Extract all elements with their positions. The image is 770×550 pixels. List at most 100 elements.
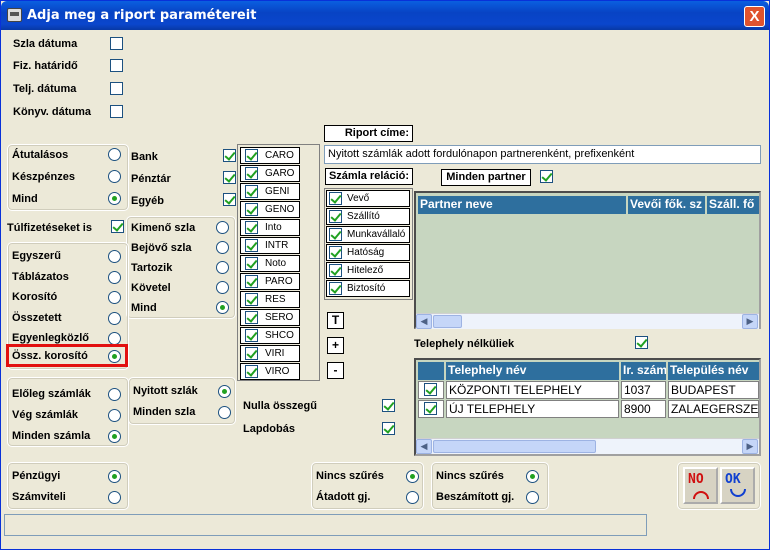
open-filter-radio[interactable] — [218, 385, 231, 398]
overpaid-checkbox[interactable] — [111, 220, 124, 233]
scroll-left-icon[interactable]: ◀ — [416, 439, 432, 454]
prefix-item[interactable]: SERO — [240, 309, 300, 326]
prefix-checkbox[interactable] — [245, 257, 258, 270]
site-city-cell[interactable]: BUDAPEST — [668, 381, 759, 399]
prefix-checkbox[interactable] — [245, 185, 258, 198]
scroll-right-icon[interactable]: ▶ — [742, 439, 758, 454]
prefix-checkbox[interactable] — [245, 167, 258, 180]
direction-radio[interactable] — [216, 221, 229, 234]
zip-header[interactable]: Ir. szám — [621, 362, 666, 380]
all-partners-checkbox[interactable] — [540, 170, 553, 183]
type-checkbox[interactable] — [223, 193, 236, 206]
select-all-button[interactable]: T — [327, 312, 344, 329]
prefix-checkbox[interactable] — [245, 329, 258, 342]
prefix-item[interactable]: VIRO — [240, 363, 300, 380]
layout-radio[interactable] — [108, 291, 121, 304]
date-checkbox[interactable] — [110, 82, 123, 95]
prefix-checkbox[interactable] — [245, 221, 258, 234]
prefix-item[interactable]: Into — [240, 219, 300, 236]
prefix-item[interactable]: GARO — [240, 165, 300, 182]
prefix-checkbox[interactable] — [245, 347, 258, 360]
page-break-checkbox[interactable] — [382, 422, 395, 435]
title-bar[interactable]: Adja meg a riport paramétereit X — [1, 1, 769, 30]
site-zip-cell[interactable]: 8900 — [621, 400, 666, 418]
relation-checkbox[interactable] — [329, 282, 342, 295]
prefix-checkbox[interactable] — [245, 149, 258, 162]
remove-button[interactable]: - — [327, 362, 344, 379]
invoice-kind-radio[interactable] — [108, 409, 121, 422]
layout-radio[interactable] — [108, 271, 121, 284]
direction-radio[interactable] — [216, 281, 229, 294]
relation-item[interactable]: Vevő — [326, 190, 410, 207]
site-check-cell[interactable] — [418, 400, 444, 418]
relation-checkbox[interactable] — [329, 210, 342, 223]
prefix-item[interactable]: GENI — [240, 183, 300, 200]
ledger-radio[interactable] — [108, 470, 121, 483]
date-checkbox[interactable] — [110, 59, 123, 72]
prefix-checkbox[interactable] — [245, 311, 258, 324]
date-checkbox[interactable] — [110, 105, 123, 118]
no-site-checkbox[interactable] — [635, 336, 648, 349]
customer-account-header[interactable]: Vevői fők. sz — [628, 196, 705, 214]
layout-radio[interactable] — [108, 312, 121, 325]
site-hscrollbar[interactable]: ◀ ▶ — [416, 438, 759, 454]
prefix-checkbox[interactable] — [245, 293, 258, 306]
scroll-left-icon[interactable]: ◀ — [416, 314, 432, 329]
site-check-cell[interactable] — [418, 381, 444, 399]
partner-hscrollbar[interactable]: ◀ ▶ — [416, 313, 759, 329]
relation-checkbox[interactable] — [329, 264, 342, 277]
direction-radio[interactable] — [216, 261, 229, 274]
zero-amount-checkbox[interactable] — [382, 399, 395, 412]
relation-item[interactable]: Szállító — [326, 208, 410, 225]
relation-checkbox[interactable] — [329, 246, 342, 259]
ok-button[interactable]: OK — [720, 467, 755, 504]
relation-checkbox[interactable] — [329, 192, 342, 205]
prefix-item[interactable]: INTR — [240, 237, 300, 254]
layout-radio[interactable] — [108, 350, 121, 363]
ledger-radio[interactable] — [108, 491, 121, 504]
offset-filter-radio[interactable] — [526, 491, 539, 504]
partner-grid[interactable]: Partner neve Vevői fők. sz Száll. fő ◀ ▶ — [414, 191, 761, 329]
prefix-item[interactable]: RES — [240, 291, 300, 308]
relation-item[interactable]: Munkavállaló — [326, 226, 410, 243]
no-button[interactable]: NO — [683, 467, 718, 504]
transfer-filter-radio[interactable] — [406, 470, 419, 483]
prefix-item[interactable]: GENO — [240, 201, 300, 218]
relation-checkbox[interactable] — [329, 228, 342, 241]
direction-radio[interactable] — [216, 301, 229, 314]
prefix-checkbox[interactable] — [245, 239, 258, 252]
prefix-item[interactable]: CARO — [240, 147, 300, 164]
type-checkbox[interactable] — [223, 171, 236, 184]
prefix-checkbox[interactable] — [245, 365, 258, 378]
partner-name-header[interactable]: Partner neve — [418, 196, 626, 214]
invoice-kind-radio[interactable] — [108, 430, 121, 443]
relation-item[interactable]: Hatóság — [326, 244, 410, 261]
city-header[interactable]: Település név — [668, 362, 759, 380]
add-button[interactable]: + — [327, 337, 344, 354]
direction-radio[interactable] — [216, 241, 229, 254]
payment-radio[interactable] — [108, 170, 121, 183]
relation-item[interactable]: Hitelező — [326, 262, 410, 279]
payment-radio[interactable] — [108, 192, 121, 205]
prefix-checkbox[interactable] — [245, 275, 258, 288]
relation-item[interactable]: Biztosító — [326, 280, 410, 297]
site-city-cell[interactable]: ZALAEGERSZEG — [668, 400, 759, 418]
scroll-right-icon[interactable]: ▶ — [742, 314, 758, 329]
report-title-input[interactable]: Nyitott számlák adott fordulónapon partn… — [324, 145, 761, 164]
site-name-cell[interactable]: ÚJ TELEPHELY — [446, 400, 619, 418]
site-grid[interactable]: Telephely név Ir. szám Település név KÖZ… — [414, 358, 761, 456]
prefix-item[interactable]: Noto — [240, 255, 300, 272]
site-name-header[interactable]: Telephely név — [446, 362, 619, 380]
transfer-filter-radio[interactable] — [406, 491, 419, 504]
type-checkbox[interactable] — [223, 149, 236, 162]
site-checkbox[interactable] — [424, 402, 437, 415]
offset-filter-radio[interactable] — [526, 470, 539, 483]
prefix-item[interactable]: SHCO — [240, 327, 300, 344]
open-filter-radio[interactable] — [218, 406, 231, 419]
date-checkbox[interactable] — [110, 37, 123, 50]
supplier-account-header[interactable]: Száll. fő — [707, 196, 759, 214]
prefix-item[interactable]: VIRI — [240, 345, 300, 362]
prefix-checkbox[interactable] — [245, 203, 258, 216]
site-name-cell[interactable]: KÖZPONTI TELEPHELY — [446, 381, 619, 399]
close-button[interactable]: X — [744, 6, 765, 27]
